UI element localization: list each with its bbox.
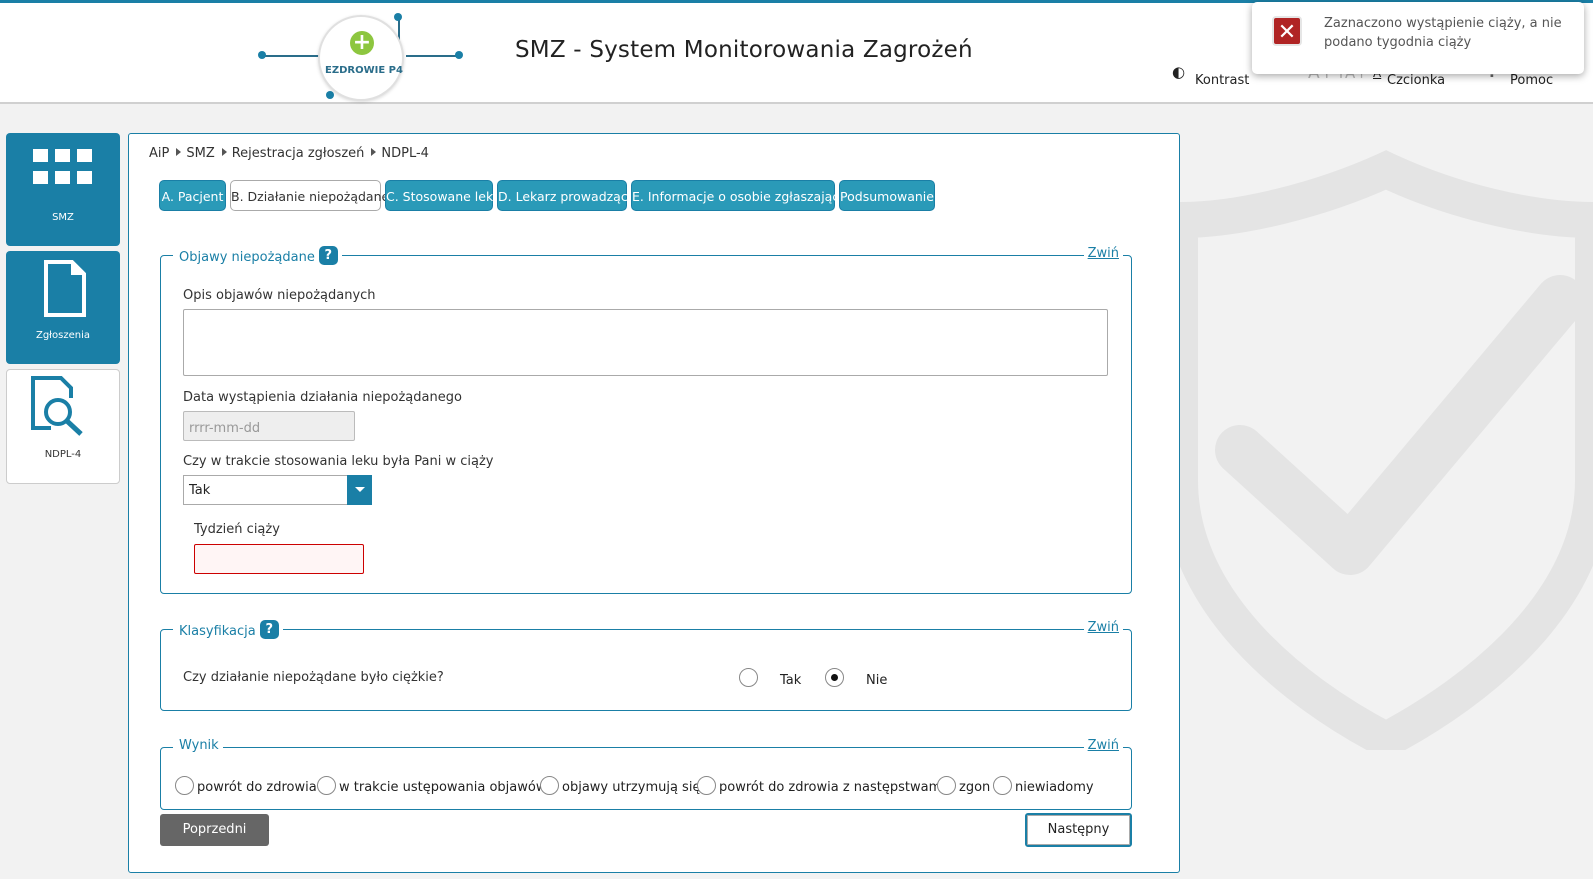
logo-text: EZDROWIE P4 — [325, 65, 403, 76]
contrast-link[interactable]: Kontrast — [1195, 73, 1249, 88]
grid-icon — [33, 149, 92, 184]
outcome-option-label[interactable]: niewiadomy — [1015, 780, 1094, 795]
logo[interactable]: + EZDROWIE P4 — [258, 11, 468, 105]
previous-button[interactable]: Poprzedni — [160, 814, 269, 846]
breadcrumb-item[interactable]: SMZ — [186, 146, 214, 161]
sidebar-item-ndpl4[interactable]: NDPL-4 — [6, 369, 120, 484]
outcome-resolving-radio[interactable] — [317, 776, 336, 795]
date-label: Data wystąpienia działania niepożądanego — [183, 390, 462, 405]
outcome-option-label[interactable]: objawy utrzymują się — [562, 780, 700, 795]
contrast-icon[interactable]: ◐ — [1172, 63, 1185, 81]
severity-no-radio[interactable] — [825, 668, 844, 687]
sidebar-item-zgloszenia[interactable]: Zgłoszenia — [6, 251, 120, 364]
help-icon[interactable]: ? — [259, 620, 279, 639]
outcome-section: Wynik Zwiń powrót do zdrowia w trakcie u… — [160, 738, 1132, 810]
breadcrumb-item: NDPL-4 — [381, 146, 429, 161]
pregnancy-select[interactable]: Tak — [183, 475, 372, 505]
site-title: SMZ - System Monitorowania Zagrożeń — [515, 37, 973, 63]
sidebar-item-smz[interactable]: SMZ — [6, 133, 120, 246]
close-error-icon[interactable]: ✕ — [1272, 16, 1302, 46]
error-notification: ✕ Zaznaczono wystąpienie ciąży, a nie po… — [1252, 2, 1584, 74]
pregnancy-label: Czy w trakcie stosowania leku była Pani … — [183, 454, 494, 469]
document-search-icon — [31, 376, 83, 436]
description-textarea[interactable] — [183, 309, 1108, 376]
help-link[interactable]: Pomoc — [1510, 73, 1553, 88]
outcome-option-label[interactable]: w trakcie ustępowania objawów — [339, 780, 546, 795]
sidebar-item-label: Zgłoszenia — [35, 330, 90, 341]
tab-medicines[interactable]: C. Stosowane leki — [385, 180, 497, 211]
outcome-option-label[interactable]: powrót do zdrowia z następstwami — [719, 780, 945, 795]
severity-question: Czy działanie niepożądane było ciężkie? — [183, 670, 444, 685]
section-title: Klasyfikacja — [179, 624, 256, 639]
font-label[interactable]: Czcionka — [1387, 73, 1445, 88]
tab-doctor[interactable]: D. Lekarz prowadzący — [497, 180, 635, 211]
tab-patient[interactable]: A. Pacjent — [159, 180, 226, 211]
collapse-link[interactable]: Zwiń — [1083, 620, 1123, 635]
outcome-death-radio[interactable] — [937, 776, 956, 795]
health-cross-icon: + — [350, 31, 374, 55]
pregnancy-select-value: Tak — [189, 483, 211, 498]
severity-yes-label[interactable]: Tak — [780, 673, 801, 688]
help-icon[interactable]: ? — [318, 246, 338, 265]
outcome-option-label[interactable]: zgon — [959, 780, 990, 795]
form-panel: AiP SMZ Rejestracja zgłoszeń NDPL-4 A. Pacj… — [128, 133, 1180, 873]
shield-check-icon — [1180, 150, 1593, 750]
next-button[interactable]: Następny — [1025, 813, 1132, 847]
pregnancy-week-input[interactable] — [194, 544, 364, 574]
severity-no-label[interactable]: Nie — [866, 673, 887, 688]
symptoms-section: Objawy niepożądane? Zwiń Opis objawów ni… — [160, 246, 1132, 594]
document-icon — [44, 260, 86, 317]
tab-reporter-info[interactable]: E. Informacje o osobie zgłaszającej — [631, 180, 850, 211]
section-title: Wynik — [179, 738, 219, 753]
pregnancy-week-label: Tydzień ciąży — [194, 522, 280, 537]
breadcrumb-item[interactable]: Rejestracja zgłoszeń — [232, 146, 365, 161]
outcome-persisting-radio[interactable] — [540, 776, 559, 795]
classification-section: Klasyfikacja? Zwiń Czy działanie niepożą… — [160, 620, 1132, 711]
section-title: Objawy niepożądane — [179, 250, 315, 265]
notification-message: Zaznaczono wystąpienie ciąży, a nie poda… — [1324, 16, 1562, 50]
collapse-link[interactable]: Zwiń — [1083, 738, 1123, 753]
breadcrumb: AiP SMZ Rejestracja zgłoszeń NDPL-4 — [149, 146, 429, 161]
severity-yes-radio[interactable] — [739, 668, 758, 687]
chevron-right-icon — [176, 148, 182, 156]
outcome-unknown-radio[interactable] — [993, 776, 1012, 795]
outcome-recovery-sequelae-radio[interactable] — [697, 776, 716, 795]
chevron-right-icon — [221, 148, 227, 156]
sidebar-item-label: NDPL-4 — [44, 449, 82, 460]
date-input[interactable]: rrrr-mm-dd — [183, 411, 355, 441]
tab-summary[interactable]: Podsumowanie — [839, 180, 935, 211]
chevron-down-icon[interactable] — [347, 475, 372, 505]
collapse-link[interactable]: Zwiń — [1083, 246, 1123, 261]
outcome-option-label[interactable]: powrót do zdrowia — [197, 780, 317, 795]
sidebar-item-label: SMZ — [52, 212, 74, 223]
tab-adverse-effect[interactable]: B. Działanie niepożądane — [230, 180, 389, 211]
chevron-right-icon — [371, 148, 377, 156]
outcome-recovery-radio[interactable] — [175, 776, 194, 795]
description-label: Opis objawów niepożądanych — [183, 288, 376, 303]
breadcrumb-item[interactable]: AiP — [149, 146, 169, 161]
